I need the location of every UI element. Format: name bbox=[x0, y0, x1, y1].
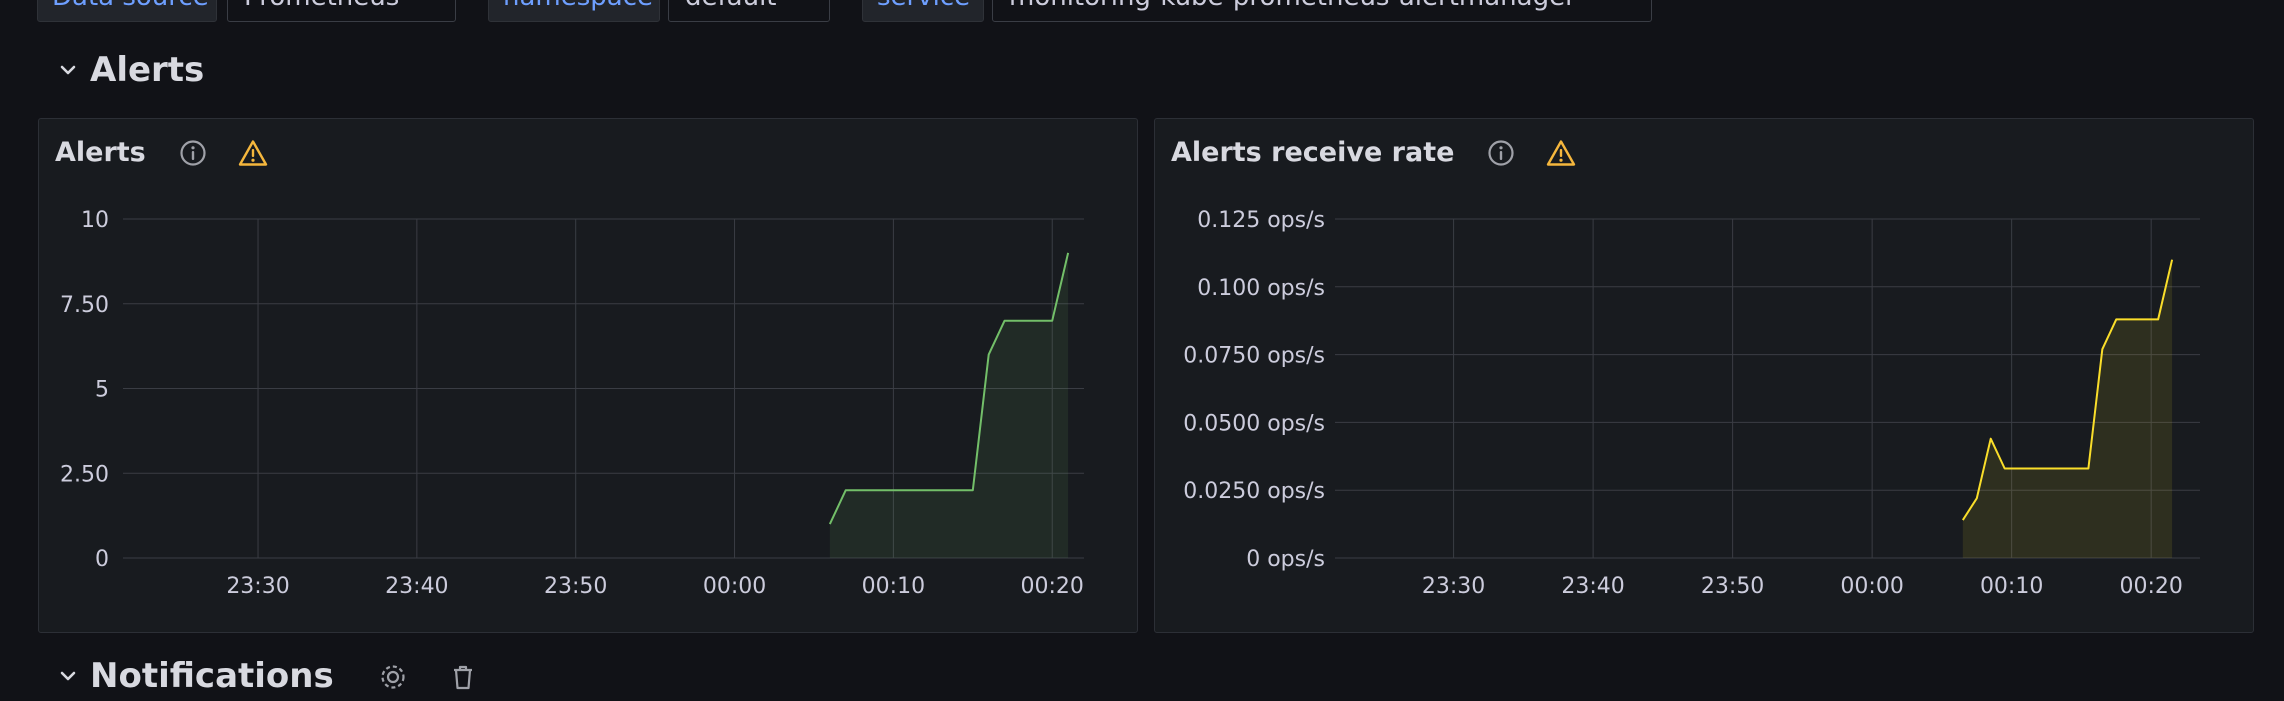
namespace-select[interactable]: default bbox=[668, 0, 830, 22]
row-title: Alerts bbox=[90, 50, 205, 90]
panel-alerts: Alerts 0 2.50 5 7.50 10 23:30 23:40 23:50 00:00 0… bbox=[38, 118, 1138, 633]
y-tick-label: 10 bbox=[81, 208, 109, 233]
x-tick-label: 00:20 bbox=[2119, 574, 2182, 599]
row-title: Notifications bbox=[90, 656, 334, 696]
variable-label-service: service bbox=[862, 0, 984, 22]
datasource-select[interactable]: Prometheus bbox=[227, 0, 456, 22]
panel-alerts-receive-rate: Alerts receive rate 0 ops/s 0.0250 ops/s 0… bbox=[1154, 118, 2254, 633]
alerts-receive-rate-chart: 0 ops/s 0.0250 ops/s 0.0500 ops/s 0.0750 op… bbox=[1183, 208, 2200, 599]
y-tick-label: 0.100 ops/s bbox=[1197, 276, 1325, 301]
gear-icon[interactable] bbox=[378, 661, 408, 691]
chevron-down-icon bbox=[60, 65, 76, 75]
x-tick-label: 23:30 bbox=[1422, 574, 1485, 599]
row-header-notifications[interactable]: Notifications bbox=[56, 656, 518, 696]
y-tick-label: 0.0250 ops/s bbox=[1183, 479, 1325, 504]
x-tick-label: 00:10 bbox=[1980, 574, 2043, 599]
trash-icon[interactable] bbox=[448, 661, 478, 691]
y-tick-label: 0.0500 ops/s bbox=[1183, 411, 1325, 436]
y-tick-label: 2.50 bbox=[60, 462, 109, 487]
x-tick-label: 00:20 bbox=[1021, 574, 1084, 599]
y-tick-label: 0 ops/s bbox=[1246, 547, 1325, 572]
x-tick-label: 23:30 bbox=[226, 574, 289, 599]
variable-label-namespace: namespace bbox=[488, 0, 660, 22]
y-tick-label: 5 bbox=[95, 378, 109, 403]
chevron-down-icon bbox=[60, 671, 76, 681]
series-area-fill bbox=[1962, 259, 2173, 558]
x-tick-label: 23:50 bbox=[544, 574, 607, 599]
service-select[interactable]: monitoring-kube-prometheus-alertmanager bbox=[992, 0, 1652, 22]
y-tick-label: 0.0750 ops/s bbox=[1183, 344, 1325, 369]
series-area-fill bbox=[829, 252, 1069, 558]
x-tick-label: 00:00 bbox=[1840, 574, 1903, 599]
x-tick-label: 00:00 bbox=[703, 574, 766, 599]
y-tick-label: 0.125 ops/s bbox=[1197, 208, 1325, 233]
x-tick-label: 23:40 bbox=[1561, 574, 1624, 599]
x-tick-label: 23:50 bbox=[1701, 574, 1764, 599]
y-tick-label: 7.50 bbox=[60, 293, 109, 318]
variable-label-datasource: Data source bbox=[37, 0, 217, 22]
x-tick-label: 00:10 bbox=[862, 574, 925, 599]
y-tick-label: 0 bbox=[95, 547, 109, 572]
alerts-chart: 0 2.50 5 7.50 10 23:30 23:40 23:50 00:00 00:10 00:… bbox=[60, 208, 1084, 599]
row-header-alerts[interactable]: Alerts bbox=[56, 50, 204, 90]
x-tick-label: 23:40 bbox=[385, 574, 448, 599]
